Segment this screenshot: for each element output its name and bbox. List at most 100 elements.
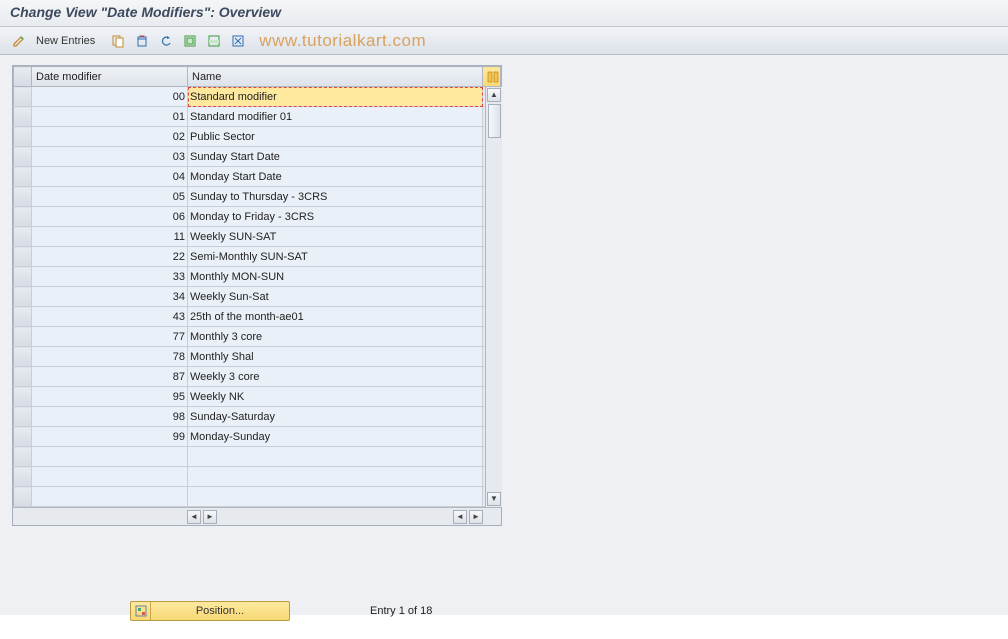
table-row[interactable]: 03Sunday Start Date bbox=[14, 147, 501, 167]
delete-icon[interactable] bbox=[131, 31, 153, 51]
table-row[interactable]: 34Weekly Sun-Sat bbox=[14, 287, 501, 307]
cell-name[interactable]: Sunday Start Date bbox=[188, 147, 483, 167]
hscroll-left-icon[interactable]: ◄ bbox=[187, 510, 201, 524]
copy-icon[interactable] bbox=[107, 31, 129, 51]
table-row[interactable]: 33Monthly MON-SUN bbox=[14, 267, 501, 287]
col-header-name[interactable]: Name bbox=[188, 67, 483, 87]
cell-date-modifier[interactable]: 78 bbox=[32, 347, 188, 367]
cell-name[interactable]: Monthly Shal bbox=[188, 347, 483, 367]
row-handle[interactable] bbox=[14, 247, 32, 267]
cell-date-modifier[interactable]: 87 bbox=[32, 367, 188, 387]
row-handle[interactable] bbox=[14, 307, 32, 327]
row-handle[interactable] bbox=[14, 487, 32, 507]
row-handle[interactable] bbox=[14, 207, 32, 227]
row-handle[interactable] bbox=[14, 447, 32, 467]
table-row[interactable]: 95Weekly NK bbox=[14, 387, 501, 407]
cell-name[interactable]: Semi-Monthly SUN-SAT bbox=[188, 247, 483, 267]
cell-name[interactable]: Standard modifier 01 bbox=[188, 107, 483, 127]
cell-date-modifier[interactable]: 22 bbox=[32, 247, 188, 267]
new-entries-button[interactable]: New Entries bbox=[32, 33, 103, 49]
table-row[interactable]: 11Weekly SUN-SAT bbox=[14, 227, 501, 247]
cell-name[interactable]: Monthly MON-SUN bbox=[188, 267, 483, 287]
col-header-date-modifier[interactable]: Date modifier bbox=[32, 67, 188, 87]
cell-date-modifier[interactable]: 34 bbox=[32, 287, 188, 307]
row-handle[interactable] bbox=[14, 267, 32, 287]
cell-name[interactable]: Weekly 3 core bbox=[188, 367, 483, 387]
row-handle[interactable] bbox=[14, 107, 32, 127]
table-row[interactable] bbox=[14, 467, 501, 487]
cell-date-modifier[interactable]: 03 bbox=[32, 147, 188, 167]
cell-date-modifier[interactable]: 00 bbox=[32, 87, 188, 107]
table-row[interactable]: 04Monday Start Date bbox=[14, 167, 501, 187]
cell-date-modifier[interactable]: 05 bbox=[32, 187, 188, 207]
cell-date-modifier[interactable] bbox=[32, 447, 188, 467]
hscroll-right-icon[interactable]: ► bbox=[203, 510, 217, 524]
table-row[interactable]: 99Monday-Sunday bbox=[14, 427, 501, 447]
horizontal-scrollbar[interactable]: ◄ ► ◄ ► bbox=[13, 507, 501, 525]
undo-icon[interactable] bbox=[155, 31, 177, 51]
table-row[interactable]: 02Public Sector bbox=[14, 127, 501, 147]
cell-date-modifier[interactable]: 77 bbox=[32, 327, 188, 347]
cell-name[interactable] bbox=[188, 487, 483, 507]
vscroll-up-icon[interactable]: ▲ bbox=[487, 88, 501, 102]
cell-name[interactable]: Standard modifier bbox=[188, 87, 483, 107]
cell-name[interactable]: Weekly Sun-Sat bbox=[188, 287, 483, 307]
cell-name[interactable]: Weekly SUN-SAT bbox=[188, 227, 483, 247]
cell-date-modifier[interactable]: 06 bbox=[32, 207, 188, 227]
cell-date-modifier[interactable]: 99 bbox=[32, 427, 188, 447]
select-all-icon[interactable] bbox=[179, 31, 201, 51]
row-handle[interactable] bbox=[14, 187, 32, 207]
table-row[interactable]: 06Monday to Friday - 3CRS bbox=[14, 207, 501, 227]
table-row[interactable]: 05Sunday to Thursday - 3CRS bbox=[14, 187, 501, 207]
cell-name[interactable] bbox=[188, 447, 483, 467]
cell-name[interactable]: Monthly 3 core bbox=[188, 327, 483, 347]
hscroll-left2-icon[interactable]: ◄ bbox=[453, 510, 467, 524]
table-row[interactable]: 00Standard modifier bbox=[14, 87, 501, 107]
cell-name[interactable]: Sunday to Thursday - 3CRS bbox=[188, 187, 483, 207]
vscroll-thumb[interactable] bbox=[488, 104, 501, 138]
cell-date-modifier[interactable]: 04 bbox=[32, 167, 188, 187]
row-handle[interactable] bbox=[14, 367, 32, 387]
cell-date-modifier[interactable]: 11 bbox=[32, 227, 188, 247]
cell-name[interactable]: Sunday-Saturday bbox=[188, 407, 483, 427]
row-handle[interactable] bbox=[14, 407, 32, 427]
cell-date-modifier[interactable]: 95 bbox=[32, 387, 188, 407]
vscroll-down-icon[interactable]: ▼ bbox=[487, 492, 501, 506]
position-button[interactable]: Position... bbox=[130, 601, 290, 621]
cell-name[interactable]: Monday-Sunday bbox=[188, 427, 483, 447]
table-row[interactable]: 4325th of the month-ae01 bbox=[14, 307, 501, 327]
row-handle[interactable] bbox=[14, 467, 32, 487]
cell-date-modifier[interactable]: 33 bbox=[32, 267, 188, 287]
table-row[interactable]: 87Weekly 3 core bbox=[14, 367, 501, 387]
cell-date-modifier[interactable] bbox=[32, 467, 188, 487]
row-handle[interactable] bbox=[14, 147, 32, 167]
row-handle[interactable] bbox=[14, 287, 32, 307]
cell-date-modifier[interactable]: 02 bbox=[32, 127, 188, 147]
hscroll-right2-icon[interactable]: ► bbox=[469, 510, 483, 524]
toggle-edit-icon[interactable] bbox=[8, 31, 30, 51]
table-row[interactable]: 22Semi-Monthly SUN-SAT bbox=[14, 247, 501, 267]
cell-date-modifier[interactable]: 43 bbox=[32, 307, 188, 327]
cell-name[interactable]: Weekly NK bbox=[188, 387, 483, 407]
cell-date-modifier[interactable] bbox=[32, 487, 188, 507]
cell-name[interactable]: Monday Start Date bbox=[188, 167, 483, 187]
table-row[interactable]: 98Sunday-Saturday bbox=[14, 407, 501, 427]
table-row[interactable]: 77Monthly 3 core bbox=[14, 327, 501, 347]
cell-name[interactable]: 25th of the month-ae01 bbox=[188, 307, 483, 327]
select-all-handle[interactable] bbox=[14, 67, 32, 87]
row-handle[interactable] bbox=[14, 127, 32, 147]
table-row[interactable] bbox=[14, 487, 501, 507]
cell-date-modifier[interactable]: 01 bbox=[32, 107, 188, 127]
table-config-button[interactable] bbox=[483, 67, 501, 87]
table-row[interactable]: 78Monthly Shal bbox=[14, 347, 501, 367]
vertical-scrollbar[interactable]: ▲ ▼ bbox=[485, 87, 502, 507]
cell-name[interactable]: Monday to Friday - 3CRS bbox=[188, 207, 483, 227]
cell-date-modifier[interactable]: 98 bbox=[32, 407, 188, 427]
select-block-icon[interactable] bbox=[203, 31, 225, 51]
cell-name[interactable] bbox=[188, 467, 483, 487]
table-row[interactable]: 01Standard modifier 01 bbox=[14, 107, 501, 127]
row-handle[interactable] bbox=[14, 227, 32, 247]
row-handle[interactable] bbox=[14, 347, 32, 367]
row-handle[interactable] bbox=[14, 87, 32, 107]
row-handle[interactable] bbox=[14, 327, 32, 347]
